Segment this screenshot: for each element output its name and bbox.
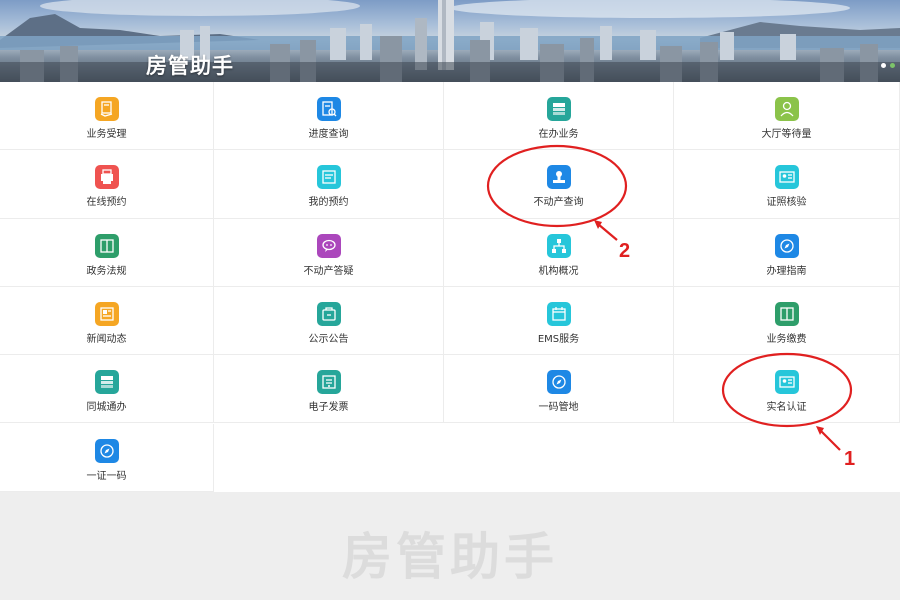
annotation-layer bbox=[486, 144, 853, 451]
annotation-circle-2 bbox=[486, 144, 628, 228]
annotation-number-1: 1 bbox=[844, 448, 856, 470]
annotation-circle-1 bbox=[721, 352, 853, 428]
annotation-arrow-1 bbox=[819, 429, 841, 451]
annotation-number-2: 2 bbox=[619, 240, 631, 262]
annotation-arrow-2 bbox=[597, 223, 618, 241]
